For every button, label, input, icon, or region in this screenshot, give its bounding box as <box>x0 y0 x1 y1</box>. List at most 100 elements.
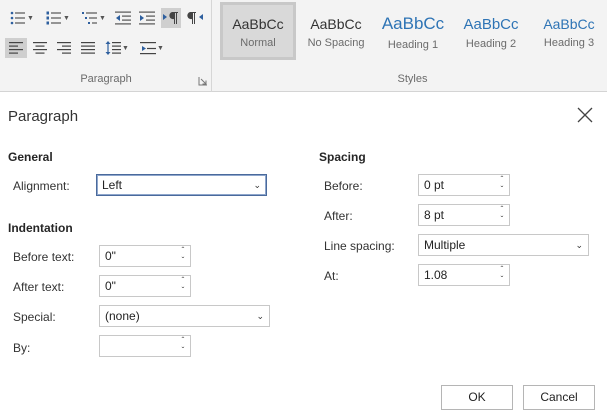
ok-button[interactable]: OK <box>441 385 513 410</box>
ribbon: ▼ ▼ ▼ ▼ ▼ Paragraph AaBbCc Normal AaBbCc… <box>0 0 607 92</box>
alignment-value: Left <box>102 178 123 192</box>
style-heading-1[interactable]: AaBbCc Heading 1 <box>375 2 451 60</box>
multilevel-list-button[interactable]: ▼ <box>79 8 109 28</box>
spin-down-icon[interactable]: ˇ <box>178 346 188 356</box>
spin-down-icon[interactable]: ˇ <box>497 185 507 195</box>
spin-up-icon[interactable]: ˆ <box>497 265 507 275</box>
by-label: By: <box>13 341 31 355</box>
decrease-indent-icon <box>115 11 131 25</box>
spacing-before-label: Before: <box>324 179 363 193</box>
cancel-button[interactable]: Cancel <box>523 385 595 410</box>
left-to-right-paragraph-icon <box>163 12 178 24</box>
spin-up-icon[interactable]: ˆ <box>178 246 188 256</box>
align-right-button[interactable] <box>53 38 75 58</box>
chevron-down-icon: ⌄ <box>256 311 264 321</box>
numbered-list-icon <box>46 11 62 25</box>
style-sample: AaBbCc <box>310 16 362 32</box>
style-sample: AaBbCc <box>463 16 519 33</box>
styles-group: AaBbCc Normal AaBbCc No Spacing AaBbCc H… <box>218 0 607 92</box>
align-left-button[interactable] <box>5 38 27 58</box>
spacing-after-label: After: <box>324 209 353 223</box>
chevron-down-icon: ▼ <box>157 44 164 52</box>
align-center-button[interactable] <box>29 38 51 58</box>
paragraph-group: ▼ ▼ ▼ ▼ ▼ Paragraph <box>0 0 212 92</box>
paragraph-dialog: Paragraph General Alignment: Left ⌄ Inde… <box>0 93 607 416</box>
ltr-direction-button[interactable] <box>161 8 181 28</box>
style-heading-3[interactable]: AaBbCc Heading 3 <box>531 2 607 60</box>
special-select[interactable]: (none) ⌄ <box>99 305 270 327</box>
paragraph-spacing-icon <box>140 42 157 55</box>
spin-up-icon[interactable]: ˆ <box>178 336 188 346</box>
spacing-after-spinner[interactable]: 8 pt ˆ ˇ <box>418 204 510 226</box>
spin-up-icon[interactable]: ˆ <box>178 276 188 286</box>
line-spacing-select[interactable]: Multiple ⌄ <box>418 234 589 256</box>
line-spacing-label: Line spacing: <box>324 239 395 253</box>
justify-icon <box>81 42 95 54</box>
special-label: Special: <box>13 310 56 324</box>
close-icon <box>577 107 593 123</box>
by-spinner[interactable]: ˆ ˇ <box>99 335 191 357</box>
spacing-before-spinner[interactable]: 0 pt ˆ ˇ <box>418 174 510 196</box>
chevron-down-icon: ▼ <box>122 44 129 52</box>
at-label: At: <box>324 269 339 283</box>
spacing-before-value: 0 pt <box>424 178 445 192</box>
multilevel-list-icon <box>82 12 98 24</box>
spacing-heading: Spacing <box>319 150 366 164</box>
spin-down-icon[interactable]: ˇ <box>497 215 507 225</box>
style-sample: AaBbCc <box>543 16 595 32</box>
increase-indent-icon <box>139 11 155 25</box>
before-text-spinner[interactable]: 0" ˆ ˇ <box>99 245 191 267</box>
spin-down-icon[interactable]: ˇ <box>178 256 188 266</box>
rtl-direction-button[interactable] <box>185 8 205 28</box>
spacing-after-value: 8 pt <box>424 208 445 222</box>
style-name: Heading 1 <box>387 39 439 51</box>
style-sample: AaBbCc <box>232 16 284 32</box>
align-right-icon <box>57 42 71 54</box>
before-text-label: Before text: <box>13 250 75 264</box>
style-name: No Spacing <box>307 37 365 49</box>
style-name: Normal <box>240 37 276 49</box>
style-no-spacing[interactable]: AaBbCc No Spacing <box>298 2 374 60</box>
align-left-icon <box>9 42 23 54</box>
dialog-launcher-icon[interactable] <box>198 75 208 86</box>
after-text-spinner[interactable]: 0" ˆ ˇ <box>99 275 191 297</box>
general-heading: General <box>8 150 53 164</box>
chevron-down-icon: ⌄ <box>575 240 583 250</box>
decrease-indent-button[interactable] <box>113 8 133 28</box>
numbering-button[interactable]: ▼ <box>42 8 74 28</box>
chevron-down-icon: ▼ <box>63 14 70 22</box>
after-text-value: 0" <box>105 279 116 293</box>
style-normal[interactable]: AaBbCc Normal <box>220 2 296 60</box>
line-spacing-value: Multiple <box>424 238 466 252</box>
styles-group-label: Styles <box>397 73 428 85</box>
before-text-value: 0" <box>105 249 116 263</box>
spin-down-icon[interactable]: ˇ <box>178 286 188 296</box>
alignment-select[interactable]: Left ⌄ <box>96 174 267 196</box>
bullet-list-icon <box>10 11 26 25</box>
style-heading-2[interactable]: AaBbCc Heading 2 <box>453 2 529 60</box>
style-name: Heading 2 <box>465 38 517 50</box>
increase-indent-button[interactable] <box>137 8 157 28</box>
indentation-heading: Indentation <box>8 221 73 235</box>
spin-up-icon[interactable]: ˆ <box>497 175 507 185</box>
paragraph-spacing-button[interactable]: ▼ <box>137 38 167 58</box>
style-name: Heading 3 <box>543 37 595 49</box>
bullets-button[interactable]: ▼ <box>6 8 38 28</box>
justify-button[interactable] <box>77 38 99 58</box>
special-value: (none) <box>105 309 140 323</box>
chevron-down-icon: ▼ <box>27 14 34 22</box>
line-spacing-button[interactable]: ▼ <box>102 38 132 58</box>
paragraph-group-label: Paragraph <box>80 73 132 85</box>
after-text-label: After text: <box>13 280 65 294</box>
spin-up-icon[interactable]: ˆ <box>497 205 507 215</box>
line-spacing-icon <box>105 41 122 55</box>
close-button[interactable] <box>574 104 596 126</box>
spin-down-icon[interactable]: ˇ <box>497 275 507 285</box>
chevron-down-icon: ▼ <box>99 14 106 22</box>
align-center-icon <box>33 42 47 54</box>
chevron-down-icon: ⌄ <box>253 180 261 190</box>
style-sample: AaBbCc <box>381 14 445 33</box>
at-spinner[interactable]: 1.08 ˆ ˇ <box>418 264 510 286</box>
alignment-label: Alignment: <box>13 179 70 193</box>
dialog-title: Paragraph <box>8 108 79 125</box>
